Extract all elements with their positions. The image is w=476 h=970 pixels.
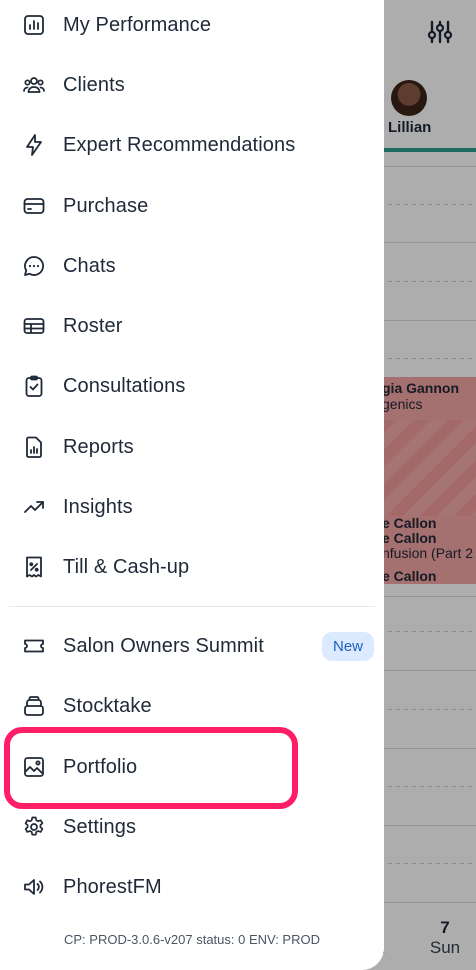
menu-item-phorestfm[interactable]: PhorestFM — [0, 857, 384, 917]
menu-label: My Performance — [63, 13, 212, 36]
menu-label: Reports — [63, 435, 134, 458]
menu-label: Settings — [63, 815, 137, 838]
menu-label: Purchase — [63, 194, 149, 217]
lightning-icon — [22, 133, 46, 157]
menu-label: Salon Owners Summit — [63, 634, 264, 657]
menu-item-consultations[interactable]: Consultations — [0, 356, 384, 416]
receipt-percent-icon — [22, 555, 46, 579]
menu-item-chats[interactable]: Chats — [0, 236, 384, 296]
menu-label: Insights — [63, 495, 133, 518]
menu-item-expert-recommendations[interactable]: Expert Recommendations — [0, 115, 384, 175]
menu-label: Consultations — [63, 374, 186, 397]
navigation-drawer: My Performance Clients Expert Recommenda… — [0, 0, 384, 970]
ticket-icon — [22, 634, 46, 658]
app-version-text: CP: PROD-3.0.6-v207 status: 0 ENV: PROD — [64, 932, 320, 947]
menu-divider — [9, 606, 375, 607]
menu-item-insights[interactable]: Insights — [0, 477, 384, 537]
roster-icon — [22, 314, 46, 338]
menu-item-purchase[interactable]: Purchase — [0, 176, 384, 236]
gear-icon — [22, 815, 46, 839]
new-badge: New — [322, 632, 374, 661]
menu-label: Roster — [63, 314, 123, 337]
menu-label: Expert Recommendations — [63, 133, 296, 156]
menu-item-reports[interactable]: Reports — [0, 417, 384, 477]
menu-label: Clients — [63, 73, 125, 96]
menu-label: Chats — [63, 254, 116, 277]
clipboard-check-icon — [22, 374, 46, 398]
menu-item-settings[interactable]: Settings — [0, 797, 384, 857]
users-icon — [22, 73, 46, 97]
menu-label: PhorestFM — [63, 875, 162, 898]
speaker-icon — [22, 875, 46, 899]
menu-item-roster[interactable]: Roster — [0, 296, 384, 356]
report-icon — [22, 435, 46, 459]
menu-item-till-cash-up[interactable]: Till & Cash-up — [0, 537, 384, 597]
menu-label: Till & Cash-up — [63, 555, 190, 578]
stack-icon — [22, 694, 46, 718]
trending-up-icon — [22, 495, 46, 519]
chat-bubble-icon — [22, 254, 46, 278]
menu-item-my-performance[interactable]: My Performance — [0, 0, 384, 55]
menu-label: Stocktake — [63, 694, 152, 717]
menu-item-clients[interactable]: Clients — [0, 55, 384, 115]
bar-chart-icon — [22, 13, 46, 37]
credit-card-icon — [22, 194, 46, 218]
